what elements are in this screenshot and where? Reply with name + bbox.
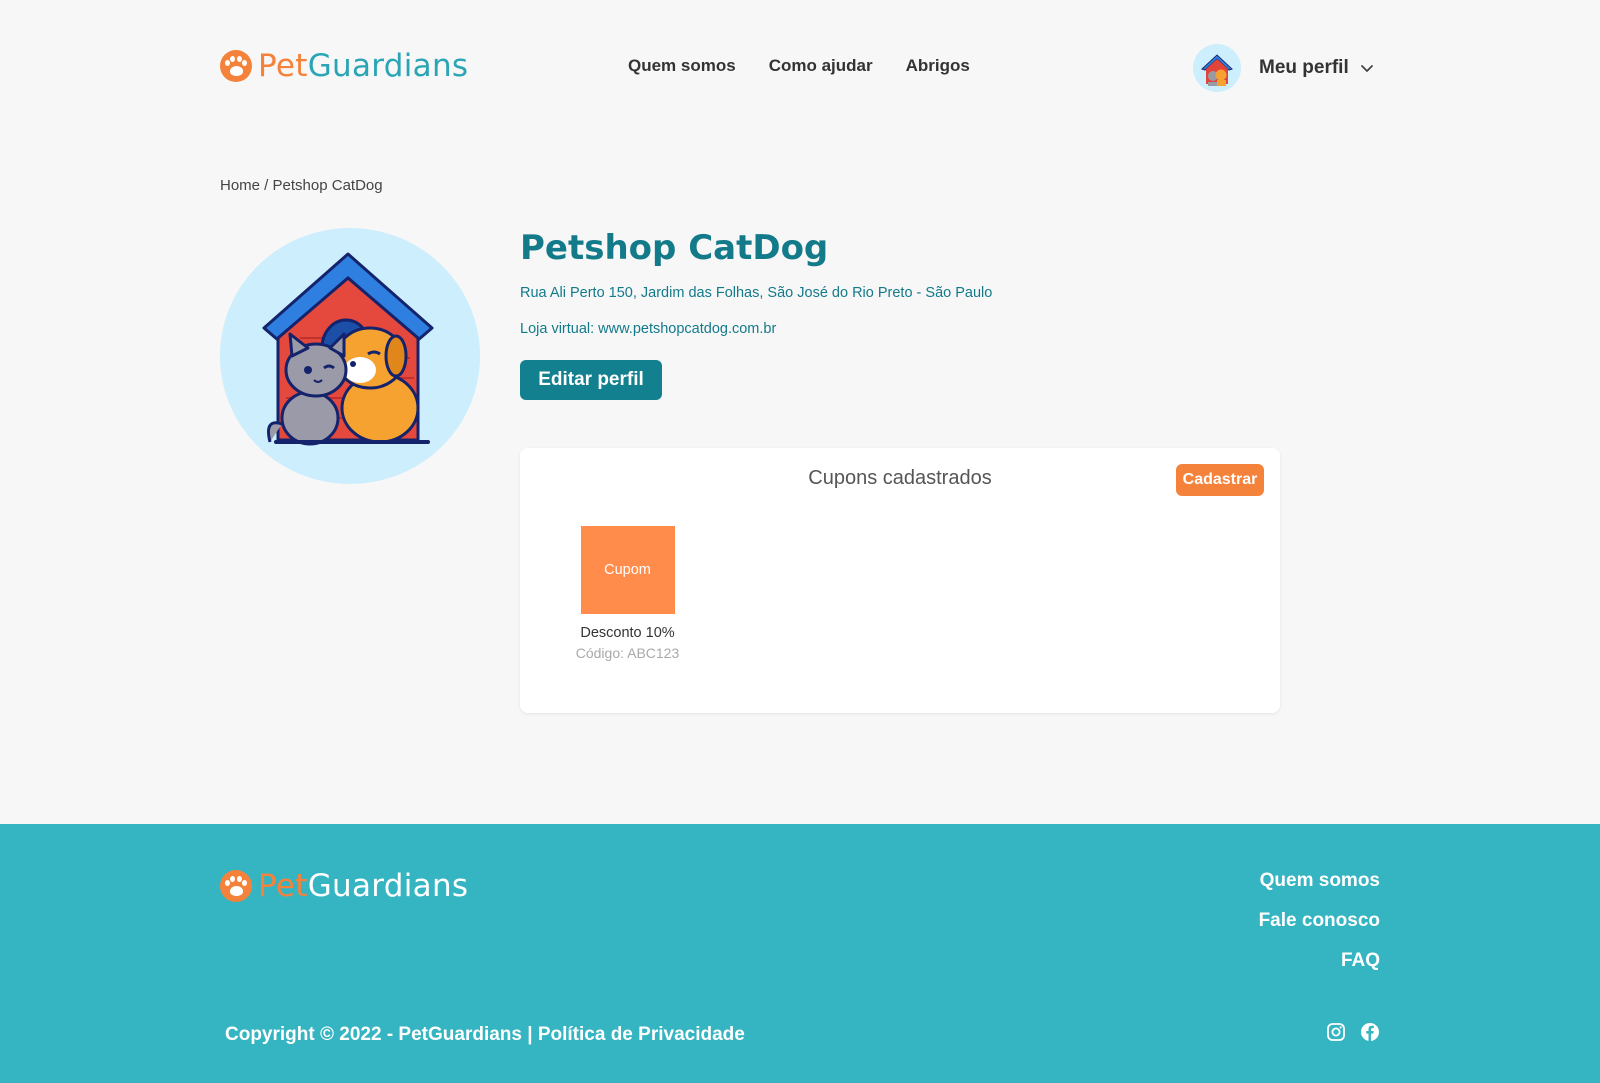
- brand-name-pet: Pet: [258, 868, 308, 904]
- store-name: Petshop CatDog: [520, 228, 829, 268]
- profile-label: Meu perfil: [1259, 57, 1349, 78]
- footer-link-fale-conosco[interactable]: Fale conosco: [1259, 910, 1380, 950]
- paw-icon: [220, 870, 252, 902]
- edit-profile-button[interactable]: Editar perfil: [520, 360, 662, 400]
- coupon-title: Desconto 10%: [580, 625, 675, 641]
- coupon-item[interactable]: Cupom Desconto 10% Código: ABC123: [570, 526, 685, 661]
- profile-menu[interactable]: Meu perfil: [1193, 44, 1375, 92]
- brand-name-guardians: Guardians: [307, 48, 469, 84]
- coupon-thumbnail: Cupom: [580, 526, 675, 614]
- footer-brand-logo[interactable]: Pet Guardians: [220, 868, 468, 904]
- copyright: Copyright © 2022 - PetGuardians | Políti…: [225, 1024, 745, 1046]
- main-nav: Quem somos Como ajudar Abrigos: [628, 56, 970, 76]
- nav-item-quem-somos[interactable]: Quem somos: [628, 56, 736, 76]
- brand-name-guardians: Guardians: [307, 868, 469, 904]
- nav-item-como-ajudar[interactable]: Como ajudar: [769, 56, 873, 76]
- store-logo-image: [220, 228, 480, 484]
- privacy-policy-link[interactable]: Política de Privacidade: [538, 1024, 745, 1045]
- brand-logo[interactable]: Pet Guardians: [220, 48, 468, 84]
- add-coupon-button[interactable]: Cadastrar: [1176, 464, 1264, 496]
- footer-link-quem-somos[interactable]: Quem somos: [1259, 870, 1380, 910]
- nav-item-abrigos[interactable]: Abrigos: [906, 56, 970, 76]
- instagram-icon[interactable]: [1326, 1022, 1346, 1042]
- coupons-card: Cupons cadastrados Cadastrar Cupom Desco…: [520, 448, 1280, 713]
- coupons-title: Cupons cadastrados: [808, 467, 992, 489]
- breadcrumb-home[interactable]: Home: [220, 177, 260, 194]
- site-footer: Pet Guardians Quem somos Fale conosco FAQ…: [0, 824, 1600, 1083]
- breadcrumb-current: Petshop CatDog: [272, 177, 383, 194]
- footer-links: Quem somos Fale conosco FAQ: [1259, 870, 1380, 990]
- copyright-text: Copyright © 2022 - PetGuardians |: [225, 1024, 538, 1045]
- site-header: Pet Guardians Quem somos Como ajudar Abri…: [0, 0, 1600, 135]
- store-address: Rua Ali Perto 150, Jardim das Folhas, Sã…: [520, 285, 993, 301]
- avatar: [1193, 44, 1241, 92]
- brand-name-pet: Pet: [258, 48, 308, 84]
- chevron-down-icon: [1360, 65, 1373, 72]
- store-website[interactable]: Loja virtual: www.petshopcatdog.com.br: [520, 321, 776, 337]
- facebook-icon[interactable]: [1360, 1022, 1380, 1042]
- social-links: [1326, 1022, 1380, 1042]
- paw-icon: [220, 50, 252, 82]
- breadcrumb-separator: /: [260, 177, 273, 194]
- coupon-code: Código: ABC123: [575, 645, 680, 661]
- breadcrumb: Home / Petshop CatDog: [220, 177, 383, 194]
- footer-link-faq[interactable]: FAQ: [1259, 950, 1380, 990]
